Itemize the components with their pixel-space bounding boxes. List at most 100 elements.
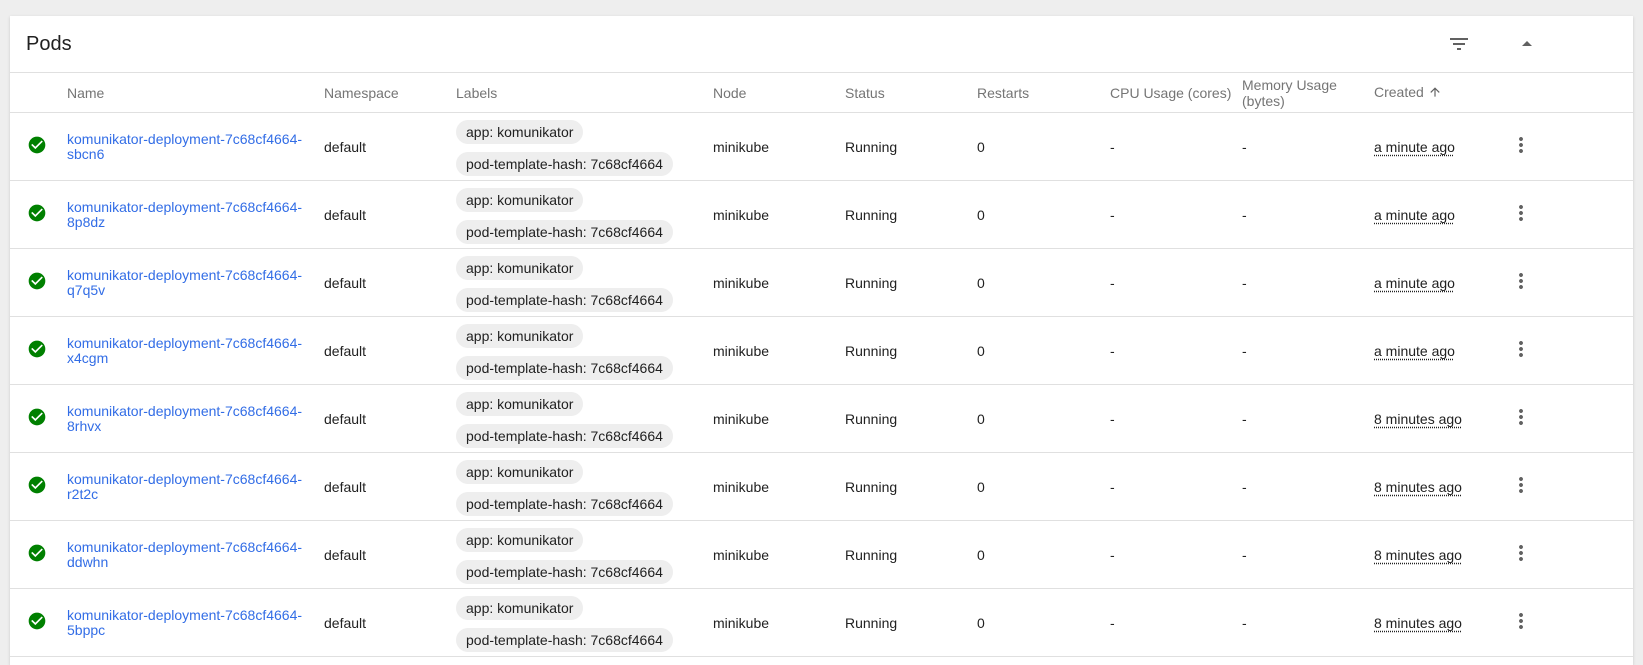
check-circle-icon [27,339,67,362]
column-header-cpu[interactable]: CPU Usage (cores) [1110,73,1242,113]
table-row: komunikator-deployment-7c68cf4664- sbcn6… [10,112,1633,181]
pod-name-link[interactable]: komunikator-deployment-7c68cf4664- 8rhvx [67,403,307,434]
column-header-created[interactable]: Created [1374,73,1506,113]
column-header-status[interactable]: Status [845,73,977,113]
cpu-usage-cell: - [1110,316,1242,385]
header-status-icon [10,73,67,113]
column-header-node[interactable]: Node [713,73,845,113]
memory-usage-cell: - [1242,384,1374,453]
label-chip-app: app: komunikator [456,459,584,484]
labels-cell: app: komunikator pod-template-hash: 7c68… [456,316,713,385]
column-header-labels: Labels [456,73,713,113]
column-header-name[interactable]: Name [67,73,324,113]
table-row: komunikator-deployment-7c68cf4664- 5bppc… [10,588,1633,657]
restarts-cell: 0 [977,112,1110,181]
header-actions [1506,73,1633,113]
status-cell: Running [845,180,977,249]
more-vert-icon[interactable] [1509,405,1633,432]
cpu-usage-cell: - [1110,248,1242,317]
label-chip-pod-template-hash: pod-template-hash: 7c68cf4664 [456,151,673,176]
pod-name-link[interactable]: komunikator-deployment-7c68cf4664- ddwhn [67,539,307,570]
created-time: 8 minutes ago [1374,410,1462,427]
restarts-cell: 0 [977,384,1110,453]
more-vert-icon[interactable] [1509,473,1633,500]
pod-name-link[interactable]: komunikator-deployment-7c68cf4664- r2t2c [67,471,307,502]
created-time: 8 minutes ago [1374,546,1462,563]
check-circle-icon [27,475,67,498]
node-cell: minikube [713,316,845,385]
table-row: komunikator-deployment-7c68cf4664- r2t2c… [10,452,1633,521]
pods-table: Name Namespace Labels Node Status Restar… [10,73,1633,657]
namespace-cell: default [324,588,456,657]
cpu-usage-cell: - [1110,588,1242,657]
more-vert-icon[interactable] [1509,541,1633,568]
restarts-cell: 0 [977,180,1110,249]
pod-name-link[interactable]: komunikator-deployment-7c68cf4664- 8p8dz [67,199,307,230]
label-chip-app: app: komunikator [456,255,584,280]
arrow-drop-up-icon[interactable] [1515,32,1539,56]
created-time: a minute ago [1374,138,1455,155]
more-vert-icon[interactable] [1509,201,1633,228]
namespace-cell: default [324,316,456,385]
namespace-cell: default [324,384,456,453]
memory-usage-cell: - [1242,248,1374,317]
pod-name-link[interactable]: komunikator-deployment-7c68cf4664- sbcn6 [67,131,307,162]
memory-usage-cell: - [1242,588,1374,657]
labels-cell: app: komunikator pod-template-hash: 7c68… [456,112,713,181]
restarts-cell: 0 [977,520,1110,589]
namespace-cell: default [324,248,456,317]
labels-cell: app: komunikator pod-template-hash: 7c68… [456,180,713,249]
status-cell: Running [845,384,977,453]
status-cell: Running [845,248,977,317]
pod-name-link[interactable]: komunikator-deployment-7c68cf4664- q7q5v [67,267,307,298]
created-time: a minute ago [1374,206,1455,223]
label-chip-pod-template-hash: pod-template-hash: 7c68cf4664 [456,627,673,652]
label-chip-app: app: komunikator [456,187,584,212]
label-chip-app: app: komunikator [456,119,584,144]
more-vert-icon[interactable] [1509,609,1633,636]
card-header: Pods [10,16,1633,73]
node-cell: minikube [713,112,845,181]
restarts-cell: 0 [977,588,1110,657]
column-header-created-label: Created [1374,83,1424,100]
table-header-row: Name Namespace Labels Node Status Restar… [10,73,1633,113]
status-cell: Running [845,112,977,181]
filter-list-icon[interactable] [1447,32,1471,56]
pods-card: Pods Name Namespace Labels Node Status R… [10,16,1633,665]
memory-usage-cell: - [1242,452,1374,521]
label-chip-app: app: komunikator [456,323,584,348]
memory-usage-cell: - [1242,520,1374,589]
pod-name-link[interactable]: komunikator-deployment-7c68cf4664- 5bppc [67,607,307,638]
more-vert-icon[interactable] [1509,133,1633,160]
restarts-cell: 0 [977,452,1110,521]
created-time: a minute ago [1374,342,1455,359]
label-chip-app: app: komunikator [456,527,584,552]
label-chip-pod-template-hash: pod-template-hash: 7c68cf4664 [456,287,673,312]
check-circle-icon [27,543,67,566]
cpu-usage-cell: - [1110,180,1242,249]
label-chip-pod-template-hash: pod-template-hash: 7c68cf4664 [456,355,673,380]
node-cell: minikube [713,180,845,249]
cpu-usage-cell: - [1110,112,1242,181]
table-row: komunikator-deployment-7c68cf4664- q7q5v… [10,248,1633,317]
more-vert-icon[interactable] [1509,337,1633,364]
column-header-memory[interactable]: Memory Usage (bytes) [1242,73,1374,113]
labels-cell: app: komunikator pod-template-hash: 7c68… [456,588,713,657]
more-vert-icon[interactable] [1509,269,1633,296]
label-chip-pod-template-hash: pod-template-hash: 7c68cf4664 [456,491,673,516]
label-chip-pod-template-hash: pod-template-hash: 7c68cf4664 [456,559,673,584]
status-cell: Running [845,520,977,589]
check-circle-icon [27,271,67,294]
labels-cell: app: komunikator pod-template-hash: 7c68… [456,520,713,589]
check-circle-icon [27,203,67,226]
restarts-cell: 0 [977,316,1110,385]
label-chip-app: app: komunikator [456,391,584,416]
column-header-namespace[interactable]: Namespace [324,73,456,113]
labels-cell: app: komunikator pod-template-hash: 7c68… [456,248,713,317]
created-time: 8 minutes ago [1374,614,1462,631]
pod-name-link[interactable]: komunikator-deployment-7c68cf4664- x4cgm [67,335,307,366]
column-header-restarts[interactable]: Restarts [977,73,1110,113]
status-cell: Running [845,588,977,657]
namespace-cell: default [324,520,456,589]
restarts-cell: 0 [977,248,1110,317]
